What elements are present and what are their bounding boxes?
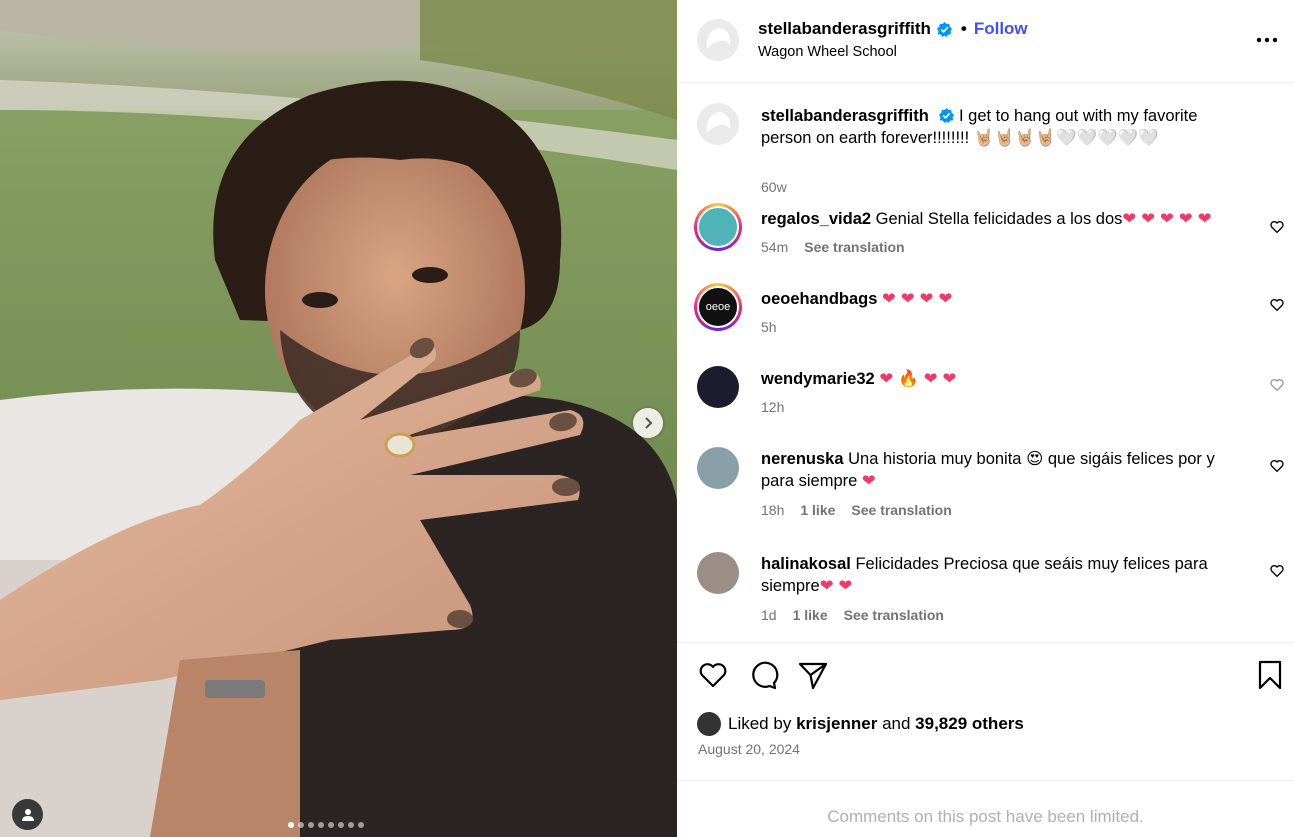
location-link[interactable]: Wagon Wheel School <box>758 44 897 60</box>
post-date[interactable]: August 20, 2024 <box>698 741 800 757</box>
next-slide-button[interactable] <box>633 408 663 438</box>
comment-item: oeoe oeoehandbags ❤❤❤❤ 5h <box>677 283 1294 343</box>
comment-time[interactable]: 1d <box>761 607 777 623</box>
carousel-dot <box>328 822 334 828</box>
avatar[interactable] <box>697 103 739 145</box>
chevron-right-icon <box>645 417 653 429</box>
more-icon[interactable] <box>1254 30 1280 50</box>
heart-icon[interactable] <box>1269 219 1285 235</box>
avatar[interactable] <box>697 712 721 736</box>
heart-icon[interactable] <box>697 659 729 691</box>
tagged-users-button[interactable] <box>12 799 43 830</box>
comment-time[interactable]: 5h <box>761 319 777 335</box>
separator-dot: • <box>960 19 967 38</box>
comment-emoji: ❤🔥❤❤ <box>879 369 962 388</box>
see-translation-link[interactable]: See translation <box>804 239 904 255</box>
carousel-dot <box>348 822 354 828</box>
carousel-dot <box>318 822 324 828</box>
comment-username[interactable]: oeoehandbags <box>761 290 877 308</box>
comment-username[interactable]: nerenuska <box>761 450 844 468</box>
post-media[interactable] <box>0 0 677 837</box>
bookmark-icon[interactable] <box>1254 659 1286 691</box>
header-username[interactable]: stellabanderasgriffith <box>758 19 931 39</box>
comment-emoji: ❤❤❤❤❤ <box>1122 209 1217 228</box>
liker-username[interactable]: krisjenner <box>796 714 877 734</box>
post-photo <box>0 0 677 837</box>
comment-item: wendymarie32 ❤🔥❤❤ 12h <box>677 366 1294 426</box>
liked-by-middle: and <box>882 714 911 733</box>
comment-emoji: ❤ <box>861 471 881 490</box>
heart-icon[interactable] <box>1269 297 1285 313</box>
caption: stellabanderasgriffith I get to hang out… <box>677 103 1294 195</box>
heart-icon[interactable] <box>1269 377 1285 393</box>
comment-emoji: ❤❤ <box>819 576 858 595</box>
heart-icon[interactable] <box>1269 563 1285 579</box>
carousel-dots <box>288 822 364 828</box>
likes-summary: Liked by krisjenner and 39,829 others <box>697 712 1024 736</box>
comment-icon[interactable] <box>747 659 779 691</box>
comment-time[interactable]: 12h <box>761 399 784 415</box>
follow-button[interactable]: Follow <box>974 19 1028 39</box>
comment-time[interactable]: 54m <box>761 239 788 255</box>
comment-item: regalos_vida2 Genial Stella felicidades … <box>677 203 1294 263</box>
caption-emoji: 🤘🏼🤘🏼🤘🏼🤘🏼🤍🤍🤍🤍🤍 <box>973 128 1159 147</box>
share-icon[interactable] <box>797 659 829 691</box>
post-header: stellabanderasgriffith • Follow Wagon Wh… <box>677 0 1294 83</box>
comment-likes[interactable]: 1 like <box>800 502 835 518</box>
user-tag-icon <box>21 808 34 821</box>
avatar[interactable] <box>694 203 742 251</box>
carousel-dot <box>338 822 344 828</box>
comment-likes[interactable]: 1 like <box>793 607 828 623</box>
caption-time[interactable]: 60w <box>761 179 787 195</box>
avatar[interactable]: oeoe <box>694 283 742 331</box>
carousel-dot <box>308 822 314 828</box>
comments-limited-notice: Comments on this post have been limited. <box>677 780 1294 837</box>
carousel-dot <box>288 822 294 828</box>
comment-username[interactable]: halinakosal <box>761 555 851 573</box>
comment-item: nerenuska Una historia muy bonita 😍 que … <box>677 447 1294 527</box>
comments-list[interactable]: stellabanderasgriffith I get to hang out… <box>677 83 1294 643</box>
avatar[interactable] <box>697 366 739 408</box>
likes-count[interactable]: 39,829 others <box>915 714 1024 734</box>
avatar[interactable] <box>697 552 739 594</box>
verified-icon <box>939 108 955 123</box>
comment-text: Genial Stella felicidades a los dos <box>875 210 1123 228</box>
liked-by-prefix: Liked by <box>728 714 792 733</box>
post-side-panel: stellabanderasgriffith • Follow Wagon Wh… <box>677 0 1294 837</box>
avatar[interactable] <box>697 447 739 489</box>
comment-username[interactable]: regalos_vida2 <box>761 210 871 228</box>
see-translation-link[interactable]: See translation <box>851 502 951 518</box>
see-translation-link[interactable]: See translation <box>844 607 944 623</box>
caption-username[interactable]: stellabanderasgriffith <box>761 107 929 125</box>
carousel-dot <box>358 822 364 828</box>
comment-username[interactable]: wendymarie32 <box>761 370 875 388</box>
carousel-dot <box>298 822 304 828</box>
post-actions <box>677 659 1294 695</box>
comment-time[interactable]: 18h <box>761 502 784 518</box>
heart-icon[interactable] <box>1269 458 1285 474</box>
verified-icon <box>936 21 952 37</box>
comment-item: halinakosal Felicidades Preciosa que seá… <box>677 552 1294 632</box>
comment-emoji: ❤❤❤❤ <box>882 289 958 308</box>
avatar[interactable] <box>697 19 739 61</box>
